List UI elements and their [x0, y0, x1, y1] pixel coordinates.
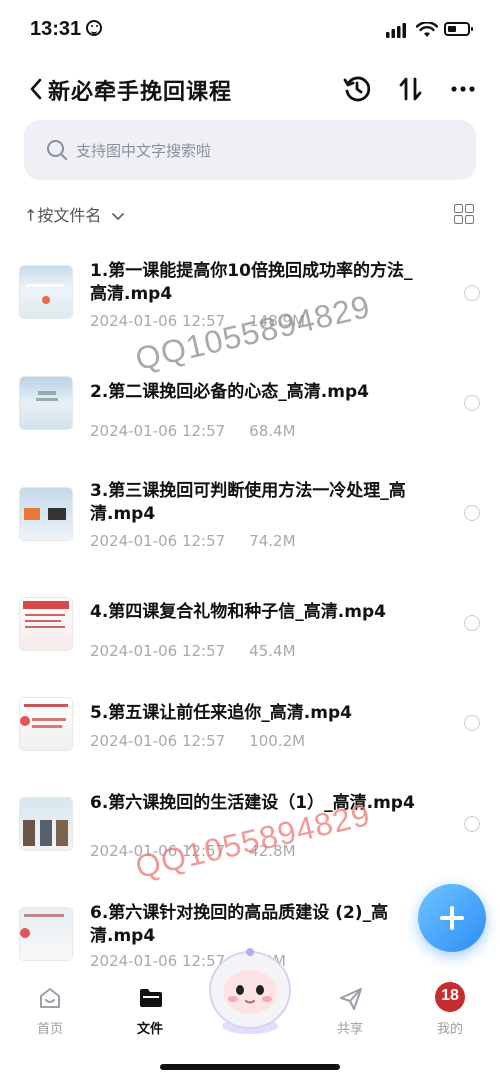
video-thumbnail: [20, 908, 72, 960]
tab-share[interactable]: 共享: [320, 982, 380, 1042]
file-size: 74.2M: [249, 532, 296, 550]
video-thumbnail: [20, 488, 72, 540]
video-thumbnail: [20, 798, 72, 850]
tab-label: 共享: [336, 1022, 363, 1037]
file-meta: 2024-01-06 12:57 45.4M: [90, 642, 296, 660]
back-icon[interactable]: [26, 76, 48, 102]
file-name: 5.第五课让前任来追你_高清.mp4: [90, 703, 352, 723]
file-name: 1.第一课能提高你10倍挽回成功率的方法_高清.mp4: [90, 261, 413, 304]
send-icon: [340, 988, 362, 1010]
sort-by-filename-button[interactable]: ↑按文件名: [24, 202, 125, 226]
file-date: 2024-01-06 12:57: [90, 532, 226, 550]
mascot-icon[interactable]: [204, 946, 296, 1034]
file-date: 2024-01-06 12:57: [90, 642, 226, 660]
smiley-icon: [86, 20, 102, 36]
avatar-icon: 18: [435, 982, 465, 1012]
tab-files[interactable]: 文件: [120, 982, 180, 1042]
battery-icon: [444, 22, 473, 36]
file-size: 68.4M: [249, 422, 296, 440]
status-time: 13:31: [30, 18, 82, 40]
file-name: 6.第六课挽回的生活建设（1）_高清.mp4: [90, 793, 415, 813]
video-thumbnail: [20, 598, 72, 650]
file-size: 100.2M: [249, 732, 306, 750]
home-indicator: [160, 1064, 340, 1070]
file-date: 2024-01-06 12:57: [90, 732, 226, 750]
select-radio[interactable]: [464, 615, 480, 631]
file-date: 2024-01-06 12:57: [90, 422, 226, 440]
file-meta: 2024-01-06 12:57 68.4M: [90, 422, 296, 440]
signal-icon: [386, 23, 406, 38]
search-icon: [47, 140, 67, 160]
tab-home[interactable]: 首页: [20, 982, 80, 1042]
tab-label: 首页: [36, 1022, 63, 1037]
tab-label: 文件: [136, 1022, 163, 1037]
file-meta: 2024-01-06 12:57 74.2M: [90, 532, 296, 550]
tab-me[interactable]: 18 我的: [420, 982, 480, 1042]
file-name: 3.第三课挽回可判断使用方法一冷处理_高清.mp4: [90, 481, 406, 524]
file-row[interactable]: 2.第二课挽回必备的心态_高清.mp4 2024-01-06 12:57 68.4…: [0, 350, 500, 450]
select-radio[interactable]: [464, 285, 480, 301]
sort-label: ↑按文件名: [24, 206, 102, 225]
sort-bar: ↑按文件名: [0, 196, 500, 232]
file-size: 45.4M: [249, 642, 296, 660]
folder-icon: [140, 989, 162, 1007]
home-icon: [40, 988, 60, 1008]
file-name: 6.第六课针对挽回的高品质建设 (2)_高清.mp4: [90, 903, 389, 946]
file-meta: 2024-01-06 12:57 100.2M: [90, 732, 305, 750]
video-thumbnail: [20, 698, 72, 750]
sort-order-icon[interactable]: [396, 74, 426, 104]
file-name: 4.第四课复合礼物和种子信_高清.mp4: [90, 602, 386, 622]
select-radio[interactable]: [464, 816, 480, 832]
page-title: 新必牵手挽回课程: [48, 80, 233, 105]
file-row[interactable]: 4.第四课复合礼物和种子信_高清.mp4 2024-01-06 12:57 45.…: [0, 570, 500, 670]
more-icon[interactable]: [450, 74, 480, 104]
status-bar: 13:31: [0, 0, 500, 64]
chevron-down-icon: [111, 213, 124, 220]
file-name: 2.第二课挽回必备的心态_高清.mp4: [90, 382, 369, 402]
wifi-icon: [416, 22, 438, 37]
avatar-badge: 18: [441, 987, 459, 1004]
select-radio[interactable]: [464, 395, 480, 411]
tab-label: 我的: [436, 1022, 463, 1037]
grid-view-icon[interactable]: [454, 204, 474, 224]
add-button[interactable]: [418, 884, 486, 952]
select-radio[interactable]: [464, 715, 480, 731]
video-thumbnail: [20, 266, 72, 318]
file-row[interactable]: 3.第三课挽回可判断使用方法一冷处理_高清.mp4 2024-01-06 12:…: [0, 460, 500, 560]
file-row[interactable]: 5.第五课让前任来追你_高清.mp4 2024-01-06 12:57 100.2…: [0, 680, 500, 780]
header: 新必牵手挽回课程: [0, 64, 500, 114]
video-thumbnail: [20, 377, 72, 429]
search-input[interactable]: [74, 136, 458, 166]
search-bar[interactable]: [24, 120, 476, 180]
history-icon[interactable]: [342, 74, 372, 104]
select-radio[interactable]: [464, 505, 480, 521]
